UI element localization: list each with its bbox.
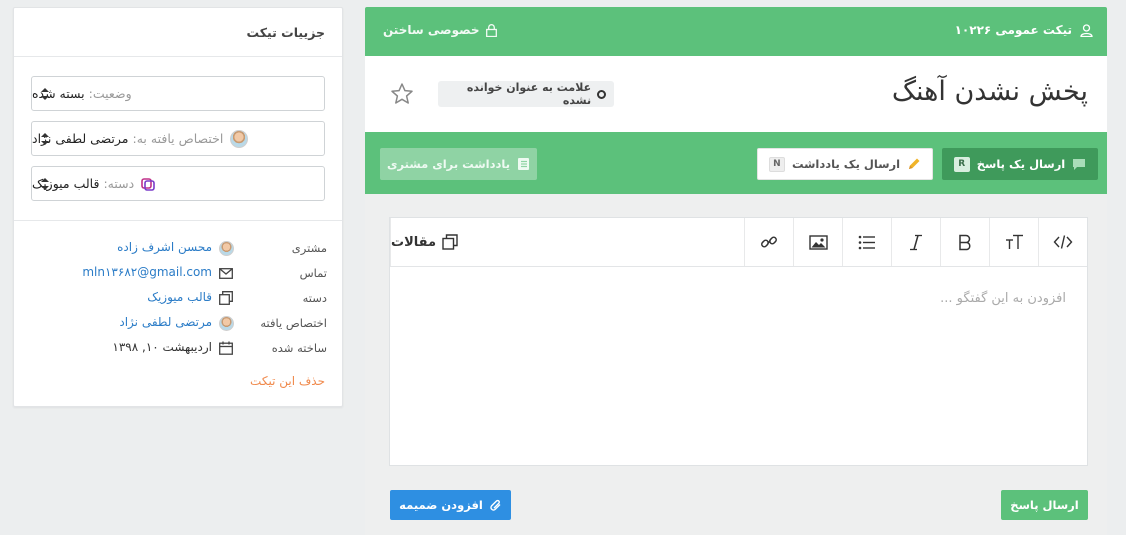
category-icon xyxy=(141,177,156,191)
italic-icon xyxy=(910,234,922,250)
send-reply-tab-button[interactable]: ارسال یک پاسخ R xyxy=(942,148,1098,180)
articles-button[interactable]: مقالات xyxy=(390,218,744,266)
delete-ticket-link[interactable]: حذف این تیکت xyxy=(250,374,325,388)
customer-avatar xyxy=(218,240,234,256)
note-shortcut-key: N xyxy=(768,156,785,172)
reply-editor: مقالات افزودن به این گفتگو ... xyxy=(389,217,1088,466)
reply-textarea-placeholder[interactable]: افزودن به این گفتگو ... xyxy=(940,291,1066,306)
pencil-icon xyxy=(909,158,920,169)
comment-icon xyxy=(1073,158,1086,170)
editor-toolbar: مقالات xyxy=(390,218,1087,267)
envelope-icon xyxy=(219,267,233,279)
copy-icon xyxy=(442,234,458,250)
text-size-icon xyxy=(1005,234,1023,249)
calendar-icon xyxy=(219,341,233,355)
select-arrows-icon xyxy=(41,178,49,190)
add-attachment-button[interactable]: افزودن ضمیمه xyxy=(390,490,511,520)
bold-button[interactable] xyxy=(940,218,989,266)
sidebar-divider xyxy=(14,220,342,221)
status-select[interactable]: وضعیت: بسته شده xyxy=(31,76,325,111)
status-label: وضعیت: xyxy=(88,86,132,101)
info-row-created: ساخته شده اردیبهشت ۱۰, ۱۳۹۸ xyxy=(14,339,344,357)
ticket-type-label: تیکت عمومی ۱۰۲۲۶ xyxy=(954,23,1072,37)
send-reply-button[interactable]: ارسال پاسخ xyxy=(1001,490,1088,520)
ticket-details-title: جزییات تیکت xyxy=(14,8,342,57)
category-link[interactable]: قالب میوزیک xyxy=(147,290,212,304)
assignee-avatar xyxy=(230,129,249,148)
category-select[interactable]: دسته: قالب میوزیک xyxy=(31,166,325,201)
category-label: دسته: xyxy=(103,176,135,191)
code-icon xyxy=(1053,235,1073,249)
copy-icon xyxy=(219,291,233,305)
ticket-type: تیکت عمومی ۱۰۲۲۶ xyxy=(955,23,1093,37)
assignee-select[interactable]: اختصاص یافته به: مرتضی لطفی نژاد xyxy=(31,121,325,156)
contact-email-link[interactable]: mln۱۳۶۸۲@gmail.com xyxy=(82,265,212,279)
ticket-title-bar: پخش نشدن آهنگ علامت به عنوان خوانده نشده xyxy=(365,56,1107,132)
created-key: ساخته شده xyxy=(271,341,327,355)
assignee-label: اختصاص یافته به: xyxy=(132,131,224,146)
reply-shortcut-key: R xyxy=(953,156,970,172)
user-icon xyxy=(1080,23,1093,37)
code-button[interactable] xyxy=(1038,218,1087,266)
status-value: بسته شده xyxy=(32,86,85,101)
info-row-category: دسته قالب میوزیک xyxy=(14,289,344,307)
italic-button[interactable] xyxy=(891,218,940,266)
mark-unread-label: علامت به عنوان خوانده نشده xyxy=(466,81,592,107)
link-icon xyxy=(761,236,777,248)
contact-key: تماس xyxy=(299,266,327,280)
action-bar: ارسال یک پاسخ R ارسال یک یادداشت N یاددا… xyxy=(365,132,1107,194)
assigned-avatar xyxy=(218,315,234,331)
category-key: دسته xyxy=(302,291,327,305)
circle-icon xyxy=(597,89,606,99)
lock-icon xyxy=(485,23,497,37)
select-arrows-icon xyxy=(41,133,49,145)
customer-link[interactable]: محسن اشرف زاده xyxy=(117,240,212,254)
insert-image-button[interactable] xyxy=(793,218,842,266)
make-private-label: خصوصی ساختن xyxy=(383,23,480,37)
customer-key: مشتری xyxy=(291,241,327,255)
text-size-button[interactable] xyxy=(989,218,1038,266)
customer-note-label: یادداشت برای مشتری xyxy=(386,157,511,171)
assigned-link[interactable]: مرتضی لطفی نژاد xyxy=(119,315,212,329)
image-icon xyxy=(808,234,828,250)
customer-note-button[interactable]: یادداشت برای مشتری xyxy=(380,148,537,180)
info-row-contact: تماس mln۱۳۶۸۲@gmail.com xyxy=(14,264,344,282)
mark-unread-button[interactable]: علامت به عنوان خوانده نشده xyxy=(438,81,614,107)
ticket-details-panel: جزییات تیکت وضعیت: بسته شده اختصاص یافته… xyxy=(13,7,343,407)
send-note-label: ارسال یک یادداشت xyxy=(791,157,901,171)
assigned-key: اختصاص یافته xyxy=(260,316,327,330)
articles-label: مقالات xyxy=(391,234,437,250)
info-row-customer: مشتری محسن اشرف زاده xyxy=(14,239,344,257)
ticket-main-panel: تیکت عمومی ۱۰۲۲۶ خصوصی ساختن پخش نشدن آه… xyxy=(365,7,1107,535)
send-reply-label: ارسال یک پاسخ xyxy=(976,157,1066,171)
insert-link-button[interactable] xyxy=(744,218,793,266)
list-icon xyxy=(858,235,875,249)
notebook-icon xyxy=(518,158,530,170)
make-private-button[interactable]: خصوصی ساختن xyxy=(383,23,497,37)
ticket-title: پخش نشدن آهنگ xyxy=(891,76,1088,107)
info-row-assigned: اختصاص یافته مرتضی لطفی نژاد xyxy=(14,314,344,332)
created-date: اردیبهشت ۱۰, ۱۳۹۸ xyxy=(112,340,212,354)
paperclip-icon xyxy=(490,499,501,511)
bullet-list-button[interactable] xyxy=(842,218,891,266)
bold-icon xyxy=(959,234,971,250)
ticket-topbar: تیکت عمومی ۱۰۲۲۶ خصوصی ساختن xyxy=(365,7,1107,56)
star-icon[interactable] xyxy=(390,82,414,106)
select-arrows-icon xyxy=(41,88,49,100)
send-note-tab-button[interactable]: ارسال یک یادداشت N xyxy=(757,148,933,180)
add-attachment-label: افزودن ضمیمه xyxy=(399,498,483,512)
